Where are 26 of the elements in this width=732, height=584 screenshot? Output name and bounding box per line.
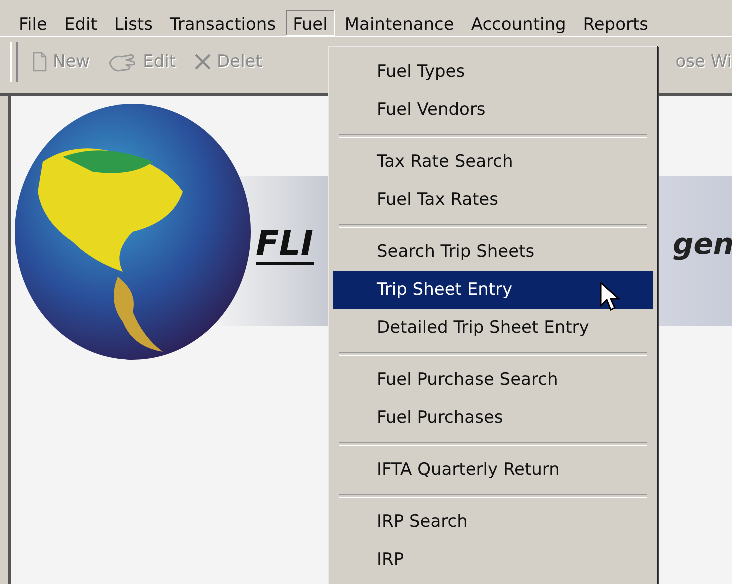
menu-bar-item[interactable]: Reports (576, 10, 656, 36)
menu-bar-item[interactable]: Accounting (464, 10, 574, 36)
logo-text: gen (673, 226, 732, 262)
menu-item[interactable]: IRP Search (333, 503, 653, 541)
logo-text: FLI (256, 226, 314, 265)
menu-bar-item[interactable]: Maintenance (338, 10, 462, 36)
toolbar-grip[interactable] (10, 42, 18, 82)
menu-bar-item[interactable]: File (12, 10, 54, 36)
menu-item[interactable]: IFTA Quarterly Return (333, 451, 653, 489)
menu-item[interactable]: Fuel Vendors (333, 91, 653, 129)
menu-item[interactable]: Fuel Purchase Search (333, 361, 653, 399)
menu-item[interactable]: Tax Rate Search (333, 143, 653, 181)
menu-bar-item[interactable]: Edit (57, 10, 104, 36)
menu-item[interactable]: Fuel Tax Rates (333, 181, 653, 219)
page-icon (32, 52, 48, 72)
menu-bar-item[interactable]: Fuel (286, 10, 335, 36)
menu-bar-item[interactable]: Transactions (162, 10, 284, 36)
mouse-pointer-icon (600, 282, 620, 312)
menu-item[interactable]: Fuel Purchases (333, 399, 653, 437)
menu-item[interactable]: Detailed Trip Sheet Entry (333, 309, 653, 347)
cross-icon (194, 53, 212, 71)
menu-item[interactable]: Search Trip Sheets (333, 233, 653, 271)
menu-item[interactable]: Fuel Types (333, 53, 653, 91)
menu-item[interactable]: Trip Sheet Entry (333, 271, 653, 309)
menu-item[interactable]: IRP (333, 541, 653, 579)
menu-bar-item[interactable]: Lists (107, 10, 160, 36)
